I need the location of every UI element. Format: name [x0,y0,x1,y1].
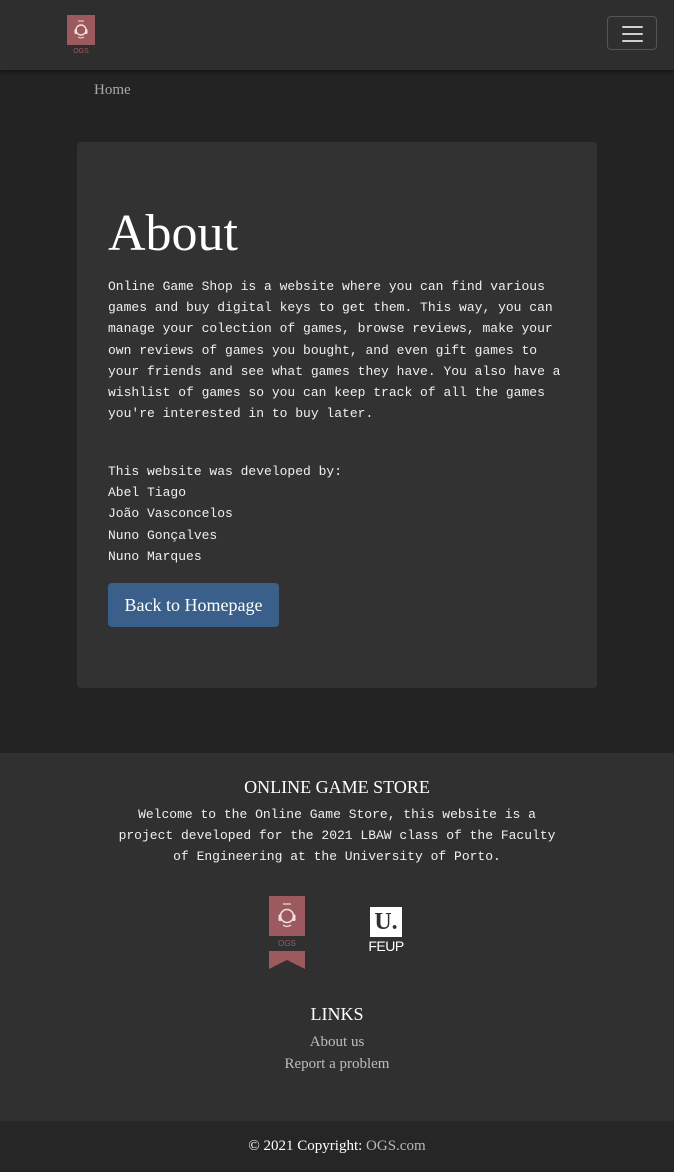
ogs-badge-icon: OGS [269,896,305,969]
footer-link-about-us[interactable]: About us [0,1034,674,1051]
feup-label: FEUP [368,938,404,954]
back-to-homepage-button[interactable]: Back to Homepage [108,583,279,627]
footer-description: Welcome to the Online Game Store, this w… [118,807,556,865]
feup-mark-icon: U. [370,907,402,937]
navbar-toggle-button[interactable] [607,16,657,50]
copyright-prefix: © 2021 Copyright: [248,1138,363,1154]
page-title: About [108,205,238,262]
developers-heading: This website was developed by: [108,464,343,479]
about-card: About Online Game Shop is a website wher… [77,142,597,688]
ogs-logo-text: OGS [73,48,89,55]
developer-name: Nuno Gonçalves [108,527,218,543]
breadcrumb-home[interactable]: Home [94,82,131,99]
footer-title: ONLINE GAME STORE [244,777,430,797]
footer: ONLINE GAME STORE Welcome to the Online … [0,753,674,1121]
copyright-bar: © 2021 Copyright: OGS.com [0,1121,674,1172]
developer-name: Nuno Marques [108,548,202,564]
copyright-site-link[interactable]: OGS.com [366,1138,426,1154]
ogs-logo[interactable]: OGS [67,15,95,55]
developers-section: This website was developed by: Abel Tiag… [108,461,570,567]
feup-logo: U. FEUP [367,907,405,957]
navbar: OGS [0,0,674,70]
footer-link-report-problem[interactable]: Report a problem [0,1056,674,1073]
ogs-badge-text: OGS [278,939,296,948]
ogs-footer-logo: OGS [269,896,305,969]
developer-name: Abel Tiago [108,485,187,501]
links-heading: LINKS [310,1004,364,1024]
about-description: Online Game Shop is a website where you … [108,279,561,422]
ogs-logo-icon: OGS [67,15,95,55]
copyright-text: © 2021 Copyright: OGS.com [0,1138,674,1155]
developer-name: João Vasconcelos [108,506,233,522]
hamburger-menu-icon [622,26,643,42]
